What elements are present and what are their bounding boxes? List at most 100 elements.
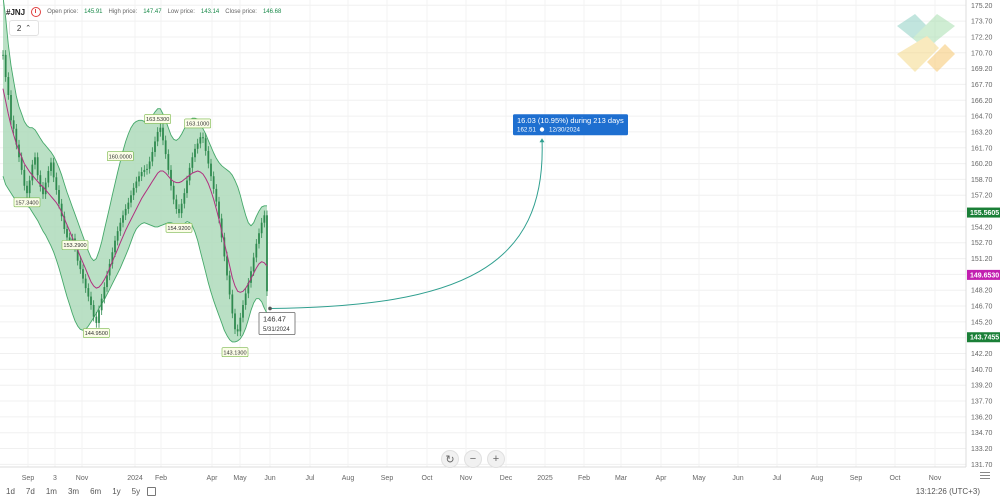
x-tick-label: Jul bbox=[773, 475, 782, 482]
y-tick-label: 154.20 bbox=[971, 224, 993, 231]
candle-body bbox=[226, 256, 228, 276]
price-tag: 149.6530 bbox=[970, 272, 999, 279]
candle-body bbox=[148, 161, 151, 169]
candle-body bbox=[140, 172, 143, 177]
high-price-label: High price: bbox=[108, 9, 138, 15]
reset-zoom-icon[interactable]: ↻ bbox=[441, 450, 459, 468]
candle-body bbox=[164, 140, 167, 155]
indicator-toggle[interactable]: 2 ⌃ bbox=[9, 20, 39, 36]
candle-body bbox=[266, 215, 268, 292]
candle-body bbox=[79, 260, 82, 270]
candle-body bbox=[143, 169, 146, 173]
timeframe-1m[interactable]: 1m bbox=[46, 487, 57, 496]
candle-body bbox=[244, 293, 247, 306]
candle-body bbox=[159, 127, 162, 132]
zoom-in-icon[interactable]: + bbox=[487, 450, 505, 468]
candle-body bbox=[23, 169, 26, 186]
zoom-out-icon[interactable]: − bbox=[464, 450, 482, 468]
candle-body bbox=[106, 275, 108, 288]
y-tick-label: 151.20 bbox=[971, 256, 993, 263]
clock-icon bbox=[539, 127, 545, 132]
candle-body bbox=[154, 141, 156, 152]
current-date: 5/31/2024 bbox=[263, 327, 290, 333]
forecast-date: 12/30/2024 bbox=[549, 127, 581, 134]
candle-body bbox=[132, 187, 135, 196]
candle-body bbox=[172, 185, 175, 200]
candle-body bbox=[135, 181, 138, 188]
candle-body bbox=[26, 185, 28, 194]
x-tick-label: Feb bbox=[155, 475, 167, 482]
candle-body bbox=[212, 176, 215, 189]
candle-body bbox=[95, 316, 98, 323]
x-tick-label: May bbox=[692, 475, 706, 482]
candle-body bbox=[82, 269, 84, 279]
x-tick-label: Jul bbox=[306, 475, 315, 482]
candle-body bbox=[28, 180, 31, 194]
candle-body bbox=[210, 163, 212, 177]
x-tick-label: Oct bbox=[422, 475, 433, 482]
timeframe-list: 1d 7d 1m 3m 6m 1y 5y bbox=[6, 486, 157, 496]
x-tick-label: Jun bbox=[732, 475, 743, 482]
candle-body bbox=[124, 208, 127, 216]
timeframe-1y[interactable]: 1y bbox=[112, 487, 120, 496]
x-tick-label: 2024 bbox=[127, 475, 143, 482]
y-tick-label: 170.70 bbox=[971, 50, 993, 57]
timeframe-5y[interactable]: 5y bbox=[132, 487, 140, 496]
current-price: 146.47 bbox=[263, 314, 286, 323]
x-tick-label: May bbox=[233, 475, 247, 482]
candle-body bbox=[103, 287, 106, 299]
y-tick-label: 175.20 bbox=[971, 3, 993, 10]
timeframe-6m[interactable]: 6m bbox=[90, 487, 101, 496]
settings-icon[interactable] bbox=[980, 472, 990, 480]
chart-area[interactable]: 175.20 173.70 172.20 170.70 169.20 167.70 166.… bbox=[0, 0, 1000, 498]
candle-body bbox=[84, 278, 87, 289]
swing-label: 154.9200 bbox=[167, 226, 190, 232]
candle-body bbox=[100, 298, 103, 311]
swing-label: 163.5300 bbox=[146, 117, 169, 123]
candle-body bbox=[87, 288, 90, 297]
candle-body bbox=[234, 313, 236, 330]
candle-body bbox=[127, 202, 130, 209]
candle-body bbox=[31, 164, 34, 181]
candle-body bbox=[119, 222, 122, 232]
x-tick-label: Mar bbox=[615, 475, 628, 482]
timeframe-3m[interactable]: 3m bbox=[68, 487, 79, 496]
x-tick-label: Feb bbox=[578, 475, 590, 482]
candle-body bbox=[180, 203, 183, 214]
x-tick-label: Nov bbox=[76, 475, 89, 482]
candle-body bbox=[36, 157, 39, 176]
candle-body bbox=[122, 215, 124, 223]
y-tick-label: 161.70 bbox=[971, 145, 993, 152]
candle-body bbox=[178, 208, 180, 214]
x-tick-label: 3 bbox=[53, 475, 57, 482]
y-tick-label: 134.70 bbox=[971, 430, 993, 437]
y-tick-label: 145.20 bbox=[971, 319, 993, 326]
y-tick-label: 158.70 bbox=[971, 177, 993, 184]
indicator-count: 2 bbox=[16, 23, 22, 33]
candle-body bbox=[263, 215, 266, 223]
price-chart[interactable]: 175.20 173.70 172.20 170.70 169.20 167.70 166.… bbox=[0, 0, 1000, 498]
plot-background bbox=[0, 0, 966, 467]
timeframe-1d[interactable]: 1d bbox=[6, 487, 15, 496]
candle-body bbox=[151, 151, 154, 162]
y-tick-label: 172.20 bbox=[971, 34, 993, 41]
y-tick-label: 142.20 bbox=[971, 351, 993, 358]
candle-body bbox=[258, 233, 260, 244]
candle-body bbox=[167, 154, 170, 170]
open-price-label: Open price: bbox=[47, 9, 79, 15]
x-tick-label: Sep bbox=[850, 475, 863, 482]
timeframe-7d[interactable]: 7d bbox=[26, 487, 35, 496]
calendar-icon[interactable] bbox=[147, 486, 157, 496]
candle-body bbox=[4, 54, 7, 78]
swing-label: 163.1000 bbox=[186, 122, 209, 128]
x-tick-label: Nov bbox=[929, 475, 942, 482]
x-tick-label: Dec bbox=[500, 475, 513, 482]
y-tick-label: 167.70 bbox=[971, 82, 993, 89]
price-tag: 155.5605 bbox=[970, 210, 999, 217]
price-header: #JNJ Open price: 145.91 High price: 147.47… bbox=[6, 4, 281, 20]
clock-icon[interactable] bbox=[31, 7, 42, 17]
chevron-up-icon: ⌃ bbox=[25, 25, 32, 32]
candle-body bbox=[114, 240, 116, 253]
y-tick-label: 146.70 bbox=[971, 304, 993, 311]
low-price-value: 143.14 bbox=[200, 9, 220, 15]
